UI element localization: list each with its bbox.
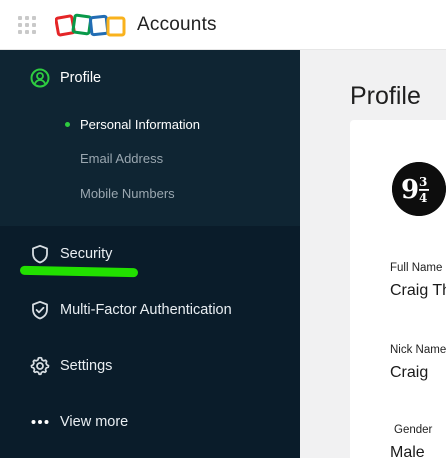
sidebar-subitem-email-address[interactable]: Email Address [0, 144, 300, 172]
shield-check-icon [30, 300, 50, 320]
page-title: Profile [350, 82, 421, 110]
nick-name-label: Nick Name [390, 344, 446, 356]
sidebar-item-label: Profile [60, 70, 102, 86]
user-circle-icon [30, 68, 50, 88]
app-grid-icon[interactable] [18, 16, 38, 36]
sidebar-item-profile[interactable]: Profile [0, 58, 300, 98]
sidebar-subitem-personal-information[interactable]: Personal Information [0, 110, 300, 138]
gear-icon [30, 356, 50, 376]
zoho-logo[interactable] [55, 12, 127, 40]
sidebar-item-settings[interactable]: Settings [0, 346, 300, 386]
sidebar-item-label: View more [60, 414, 129, 430]
sidebar-subitem-mobile-numbers[interactable]: Mobile Numbers [0, 179, 300, 207]
full-name-value: Craig Th [390, 282, 446, 299]
sidebar-subitem-label: Mobile Numbers [80, 185, 175, 201]
avatar[interactable]: 9 3 4 [392, 162, 446, 216]
sidebar-item-label: Settings [60, 358, 113, 374]
gender-value: Male [390, 444, 425, 458]
profile-card: 9 3 4 Full Name Craig Th Nick Name Craig… [350, 120, 446, 458]
nick-name-value: Craig [390, 364, 429, 381]
active-dot-icon [65, 121, 70, 127]
sidebar-item-label: Security [60, 246, 113, 262]
svg-text:3: 3 [419, 175, 427, 189]
svg-text:4: 4 [419, 191, 427, 205]
main-content: Profile 9 3 4 Full Name Craig Th Nick Na… [300, 50, 446, 458]
sidebar-subitem-label: Email Address [80, 150, 164, 166]
more-dots-icon [30, 412, 50, 432]
sidebar-subitem-label: Personal Information [80, 116, 200, 132]
top-bar: Accounts [0, 0, 446, 50]
gender-label: Gender [394, 424, 433, 436]
app-title: Accounts [137, 14, 217, 35]
sidebar-item-label: Multi-Factor Authentication [60, 302, 232, 318]
sidebar-item-view-more[interactable]: View more [0, 402, 300, 442]
svg-text:9: 9 [401, 175, 419, 205]
accounts-app: Accounts Profile Personal Information Em… [0, 0, 446, 458]
sidebar: Profile Personal Information Email Addre… [0, 50, 300, 458]
profile-group: Profile Personal Information Email Addre… [0, 50, 300, 226]
full-name-label: Full Name [390, 262, 443, 274]
shield-icon [30, 244, 50, 264]
sidebar-item-multi-factor-authentication[interactable]: Multi-Factor Authentication [0, 290, 300, 330]
